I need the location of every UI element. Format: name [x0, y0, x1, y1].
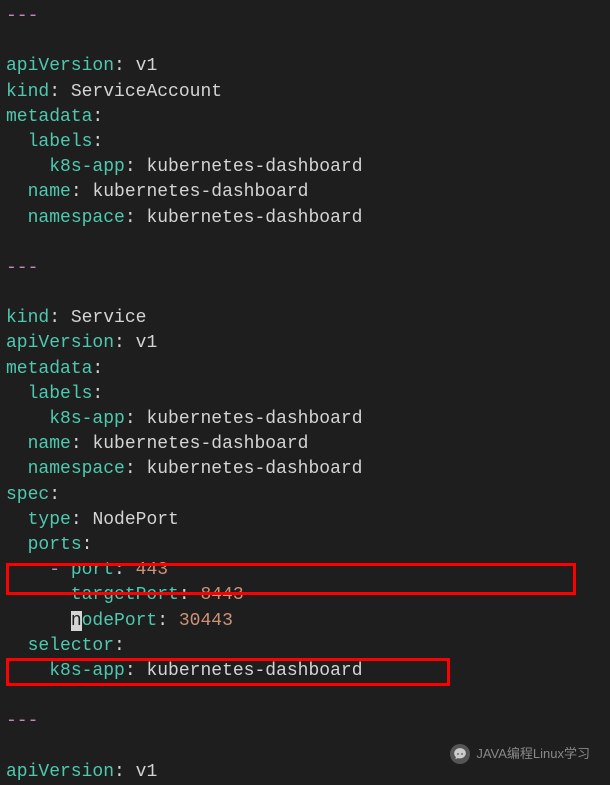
yaml-value: v1 [125, 56, 157, 76]
yaml-value: kubernetes-dashboard [136, 409, 363, 429]
yaml-key: apiVersion [6, 333, 114, 353]
yaml-key: selector [28, 636, 114, 656]
yaml-value-highlighted: 30443 [168, 611, 233, 631]
separator: --- [6, 258, 38, 278]
yaml-value: Service [60, 308, 146, 328]
yaml-key: name [28, 434, 71, 454]
yaml-value: 443 [125, 560, 168, 580]
yaml-dash: - [49, 560, 71, 580]
yaml-value: kubernetes-dashboard [136, 208, 363, 228]
watermark: JAVA编程Linux学习 [450, 744, 590, 764]
cursor-char: n [71, 611, 82, 631]
yaml-key: kind [6, 308, 49, 328]
watermark-text: JAVA编程Linux学习 [476, 745, 590, 763]
yaml-value: v1 [125, 333, 157, 353]
yaml-key: labels [28, 132, 93, 152]
yaml-key: labels [28, 384, 93, 404]
separator: --- [6, 711, 38, 731]
yaml-key: metadata [6, 107, 92, 127]
yaml-key: ports [28, 535, 82, 555]
yaml-value-highlighted: NodePort [82, 510, 179, 530]
wechat-icon [450, 744, 470, 764]
yaml-key-highlighted: type [28, 510, 71, 530]
yaml-value: kubernetes-dashboard [82, 434, 309, 454]
yaml-value: kubernetes-dashboard [136, 661, 363, 681]
yaml-key: name [28, 182, 71, 202]
yaml-value: kubernetes-dashboard [82, 182, 309, 202]
yaml-key: port [71, 560, 114, 580]
yaml-key: k8s-app [49, 661, 125, 681]
yaml-key: k8s-app [49, 409, 125, 429]
yaml-code-block: --- apiVersion: v1 kind: ServiceAccount … [6, 4, 604, 785]
yaml-value: kubernetes-dashboard [136, 459, 363, 479]
yaml-key: namespace [28, 208, 125, 228]
yaml-key: k8s-app [49, 157, 125, 177]
separator: --- [6, 6, 38, 26]
yaml-key: apiVersion [6, 56, 114, 76]
yaml-key: targetPort [71, 585, 179, 605]
yaml-value: 8443 [190, 585, 244, 605]
yaml-value: v1 [125, 762, 157, 782]
yaml-key-highlighted: odePort [82, 611, 158, 631]
yaml-key: metadata [6, 359, 92, 379]
yaml-key: apiVersion [6, 762, 114, 782]
yaml-value: kubernetes-dashboard [136, 157, 363, 177]
yaml-key: spec [6, 485, 49, 505]
yaml-key: kind [6, 82, 49, 102]
yaml-value: ServiceAccount [60, 82, 222, 102]
yaml-key: namespace [28, 459, 125, 479]
